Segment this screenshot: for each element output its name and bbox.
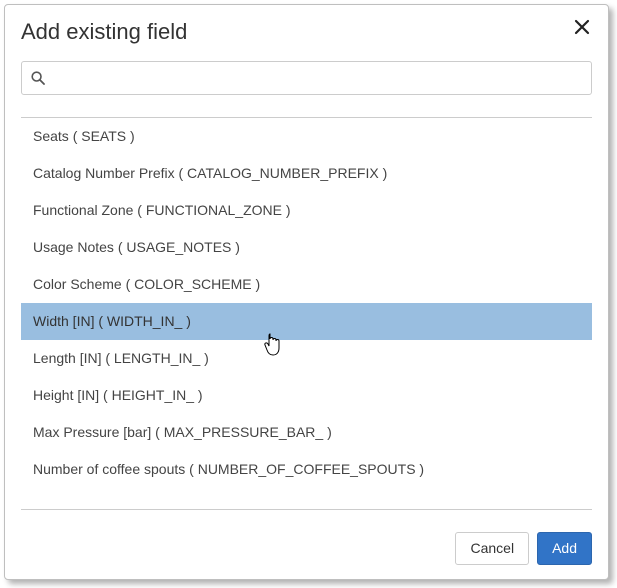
list-item[interactable]: Usage Notes ( USAGE_NOTES ) bbox=[21, 229, 592, 266]
list-item[interactable]: Color Scheme ( COLOR_SCHEME ) bbox=[21, 266, 592, 303]
dialog-footer: Cancel Add bbox=[5, 522, 608, 579]
field-label: Functional Zone ( FUNCTIONAL_ZONE ) bbox=[33, 202, 291, 218]
cancel-button[interactable]: Cancel bbox=[455, 532, 529, 565]
list-item[interactable]: Max Pressure [bar] ( MAX_PRESSURE_BAR_ ) bbox=[21, 414, 592, 451]
field-label: Seats ( SEATS ) bbox=[33, 128, 135, 144]
dialog-title: Add existing field bbox=[21, 19, 187, 45]
dialog-body: Seats ( SEATS ) Catalog Number Prefix ( C… bbox=[5, 55, 608, 522]
list-item[interactable]: Functional Zone ( FUNCTIONAL_ZONE ) bbox=[21, 192, 592, 229]
field-label: Length [IN] ( LENGTH_IN_ ) bbox=[33, 350, 209, 366]
field-label: Number of coffee spouts ( NUMBER_OF_COFF… bbox=[33, 461, 424, 477]
search-input[interactable] bbox=[21, 61, 592, 95]
list-item[interactable]: Width [IN] ( WIDTH_IN_ ) bbox=[21, 303, 592, 340]
field-list[interactable]: Seats ( SEATS ) Catalog Number Prefix ( C… bbox=[21, 117, 592, 510]
list-item[interactable]: Number of coffee spouts ( NUMBER_OF_COFF… bbox=[21, 451, 592, 488]
search-icon bbox=[31, 71, 45, 85]
list-item[interactable]: Catalog Number Prefix ( CATALOG_NUMBER_P… bbox=[21, 155, 592, 192]
search-field bbox=[21, 61, 592, 95]
list-item[interactable]: Length [IN] ( LENGTH_IN_ ) bbox=[21, 340, 592, 377]
field-label: Height [IN] ( HEIGHT_IN_ ) bbox=[33, 387, 203, 403]
close-icon bbox=[574, 18, 590, 40]
dialog-header: Add existing field bbox=[5, 5, 608, 55]
field-label: Catalog Number Prefix ( CATALOG_NUMBER_P… bbox=[33, 165, 387, 181]
field-label: Color Scheme ( COLOR_SCHEME ) bbox=[33, 276, 260, 292]
field-label: Usage Notes ( USAGE_NOTES ) bbox=[33, 239, 240, 255]
field-label: Width [IN] ( WIDTH_IN_ ) bbox=[33, 313, 191, 329]
add-existing-field-dialog: Add existing field Seats ( SEATS ) Catalo… bbox=[4, 4, 609, 580]
add-button[interactable]: Add bbox=[537, 532, 592, 565]
list-item[interactable]: Seats ( SEATS ) bbox=[21, 118, 592, 155]
field-label: Max Pressure [bar] ( MAX_PRESSURE_BAR_ ) bbox=[33, 424, 332, 440]
close-button[interactable] bbox=[572, 19, 592, 39]
list-item[interactable]: Height [IN] ( HEIGHT_IN_ ) bbox=[21, 377, 592, 414]
